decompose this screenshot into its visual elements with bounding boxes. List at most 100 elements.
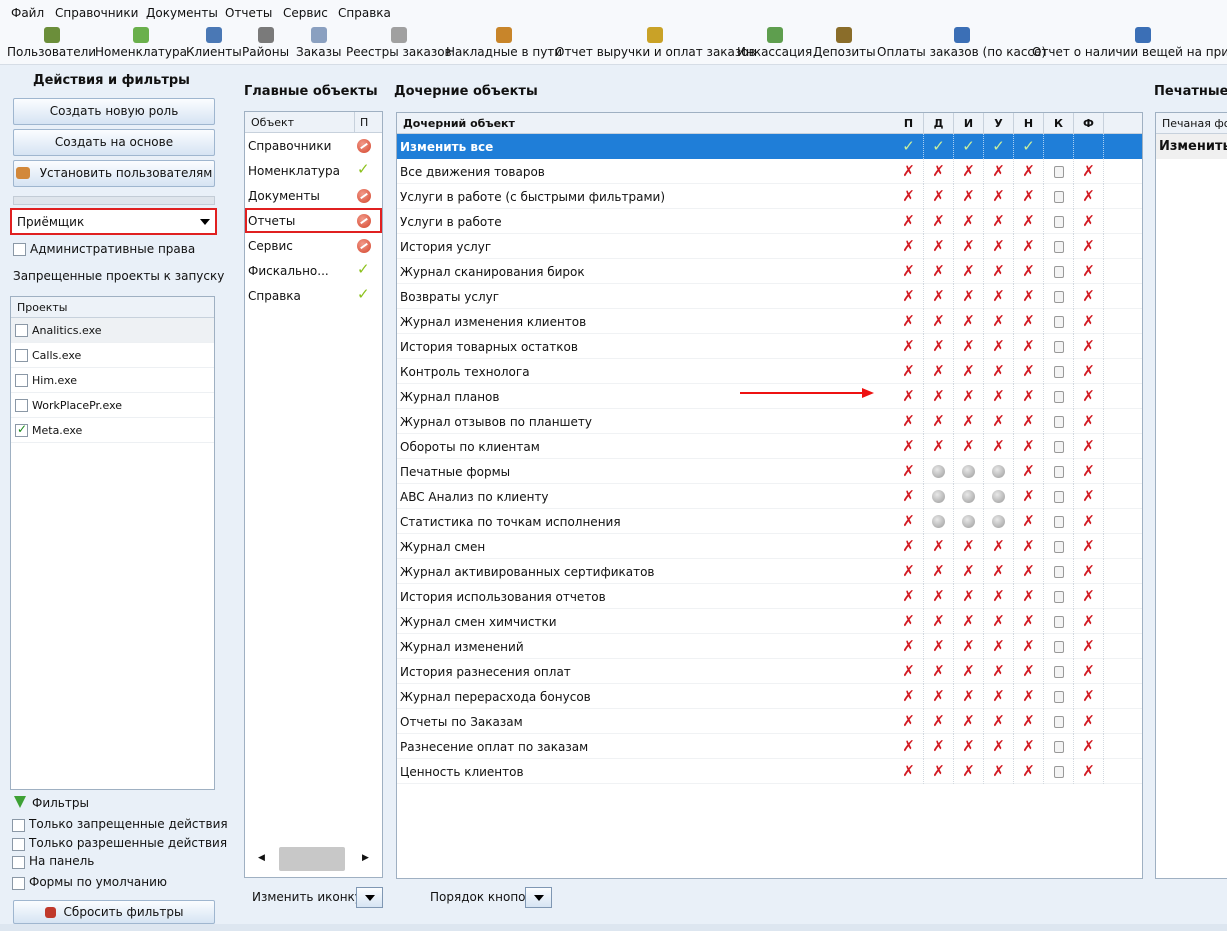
permission-cell[interactable]: ✗ bbox=[894, 734, 924, 759]
permission-cell[interactable]: ✗ bbox=[1074, 259, 1104, 284]
toolbar-button[interactable]: Депозиты bbox=[813, 27, 876, 63]
set-users-button[interactable]: Установить пользователям bbox=[13, 160, 215, 187]
permission-cell[interactable]: ✗ bbox=[894, 209, 924, 234]
check-icon[interactable]: ✓ bbox=[357, 260, 370, 278]
permission-cell[interactable]: ✗ bbox=[894, 559, 924, 584]
permission-cell[interactable]: ✗ bbox=[1074, 209, 1104, 234]
permission-cell[interactable] bbox=[1044, 484, 1074, 509]
project-row[interactable]: Analitics.exe bbox=[11, 318, 214, 343]
permission-cell[interactable]: ✗ bbox=[984, 409, 1014, 434]
check-icon[interactable]: ✓ bbox=[357, 285, 370, 303]
permission-cell[interactable]: ✗ bbox=[1074, 709, 1104, 734]
permission-cell[interactable]: ✗ bbox=[954, 434, 984, 459]
project-row[interactable]: Calls.exe bbox=[11, 343, 214, 368]
permission-cell[interactable]: ✗ bbox=[954, 534, 984, 559]
permission-cell[interactable] bbox=[1044, 159, 1074, 184]
permission-cell[interactable]: ✗ bbox=[924, 434, 954, 459]
horizontal-scrollbar[interactable]: ◀ ▶ bbox=[245, 847, 382, 872]
permission-cell[interactable] bbox=[1044, 359, 1074, 384]
menu-item[interactable]: Справочники bbox=[55, 6, 138, 20]
permission-cell[interactable]: ✗ bbox=[1074, 534, 1104, 559]
permission-cell[interactable] bbox=[1044, 409, 1074, 434]
permission-cell[interactable]: ✗ bbox=[894, 759, 924, 784]
change-icon-dropdown[interactable] bbox=[356, 887, 383, 908]
permission-cell[interactable]: ✗ bbox=[1014, 209, 1044, 234]
denied-icon[interactable] bbox=[357, 138, 371, 153]
permission-cell[interactable]: ✗ bbox=[984, 659, 1014, 684]
permission-cell[interactable]: ✗ bbox=[1014, 434, 1044, 459]
permission-cell[interactable]: ✗ bbox=[954, 584, 984, 609]
permission-cell[interactable] bbox=[1044, 209, 1074, 234]
permission-cell[interactable]: ✗ bbox=[1014, 734, 1044, 759]
toolbar-button[interactable]: Реестры заказов bbox=[346, 27, 452, 63]
permission-cell[interactable]: ✗ bbox=[1074, 334, 1104, 359]
print-change-all-row[interactable]: Изменить в bbox=[1156, 134, 1227, 159]
permission-cell[interactable] bbox=[1044, 659, 1074, 684]
permission-cell[interactable] bbox=[984, 459, 1014, 484]
child-object-row[interactable]: Ценность клиентов ✗ ✗ ✗ ✗ ✗ ✗ bbox=[397, 759, 1142, 784]
permission-cell[interactable] bbox=[1044, 134, 1074, 159]
permission-cell[interactable]: ✗ bbox=[1074, 159, 1104, 184]
child-object-row[interactable]: Статистика по точкам исполнения ✗ ✗ ✗ bbox=[397, 509, 1142, 534]
permission-cell[interactable]: ✓ bbox=[924, 134, 954, 159]
permission-cell[interactable]: ✗ bbox=[1014, 709, 1044, 734]
permission-cell[interactable]: ✗ bbox=[894, 434, 924, 459]
child-object-row[interactable]: История товарных остатков ✗ ✗ ✗ ✗ ✗ ✗ bbox=[397, 334, 1142, 359]
permission-cell[interactable]: ✗ bbox=[924, 534, 954, 559]
permission-cell[interactable]: ✗ bbox=[924, 734, 954, 759]
permission-cell[interactable]: ✗ bbox=[894, 534, 924, 559]
filter-checkbox[interactable] bbox=[12, 877, 25, 890]
menu-item[interactable]: Сервис bbox=[283, 6, 328, 20]
denied-icon[interactable] bbox=[357, 213, 371, 228]
toolbar-button[interactable]: Районы bbox=[242, 27, 289, 63]
child-object-row[interactable]: Журнал изменения клиентов ✗ ✗ ✗ ✗ ✗ ✗ bbox=[397, 309, 1142, 334]
permission-cell[interactable]: ✗ bbox=[1014, 259, 1044, 284]
permission-cell[interactable]: ✗ bbox=[954, 734, 984, 759]
permission-cell[interactable]: ✗ bbox=[924, 334, 954, 359]
permission-cell[interactable]: ✗ bbox=[924, 409, 954, 434]
scroll-left-icon[interactable]: ◀ bbox=[258, 853, 265, 863]
child-object-row[interactable]: Все движения товаров ✗ ✗ ✗ ✗ ✗ ✗ bbox=[397, 159, 1142, 184]
permission-cell[interactable]: ✗ bbox=[1014, 459, 1044, 484]
permission-cell[interactable] bbox=[1044, 534, 1074, 559]
child-object-row[interactable]: Журнал активированных сертификатов ✗ ✗ ✗ ✗ ✗ ✗ bbox=[397, 559, 1142, 584]
permission-cell[interactable]: ✗ bbox=[924, 634, 954, 659]
permission-cell[interactable]: ✗ bbox=[1074, 609, 1104, 634]
permission-cell[interactable]: ✓ bbox=[984, 134, 1014, 159]
permission-cell[interactable]: ✗ bbox=[984, 309, 1014, 334]
permission-cell[interactable]: ✗ bbox=[984, 259, 1014, 284]
toolbar-button[interactable]: Инкассация bbox=[737, 27, 812, 63]
permission-cell[interactable]: ✗ bbox=[924, 384, 954, 409]
child-object-row[interactable]: Печатные формы ✗ ✗ ✗ bbox=[397, 459, 1142, 484]
permission-cell[interactable]: ✗ bbox=[924, 709, 954, 734]
permission-cell[interactable]: ✗ bbox=[1014, 684, 1044, 709]
permission-cell[interactable]: ✗ bbox=[1074, 234, 1104, 259]
permission-cell[interactable]: ✗ bbox=[954, 309, 984, 334]
permission-cell[interactable]: ✗ bbox=[924, 284, 954, 309]
permission-cell[interactable]: ✗ bbox=[984, 684, 1014, 709]
permission-cell[interactable]: ✗ bbox=[984, 559, 1014, 584]
child-object-row[interactable]: Разнесение оплат по заказам ✗ ✗ ✗ ✗ ✗ ✗ bbox=[397, 734, 1142, 759]
permission-cell[interactable]: ✗ bbox=[1014, 759, 1044, 784]
permission-cell[interactable]: ✗ bbox=[894, 459, 924, 484]
permission-cell[interactable] bbox=[1044, 709, 1074, 734]
permission-cell[interactable] bbox=[1044, 384, 1074, 409]
toolbar-button[interactable]: Заказы bbox=[296, 27, 342, 63]
permission-cell[interactable]: ✗ bbox=[1014, 234, 1044, 259]
permission-cell[interactable]: ✗ bbox=[1074, 484, 1104, 509]
permission-cell[interactable]: ✗ bbox=[924, 584, 954, 609]
create-role-button[interactable]: Создать новую роль bbox=[13, 98, 215, 125]
permission-cell[interactable]: ✗ bbox=[894, 184, 924, 209]
permission-cell[interactable]: ✗ bbox=[1014, 409, 1044, 434]
permission-cell[interactable] bbox=[1044, 434, 1074, 459]
permission-cell[interactable] bbox=[1044, 284, 1074, 309]
permission-cell[interactable] bbox=[1044, 734, 1074, 759]
scroll-right-icon[interactable]: ▶ bbox=[362, 853, 369, 863]
permission-cell[interactable]: ✗ bbox=[954, 684, 984, 709]
permission-cell[interactable]: ✗ bbox=[894, 484, 924, 509]
scroll-thumb[interactable] bbox=[279, 847, 345, 871]
menu-item[interactable]: Документы bbox=[146, 6, 218, 20]
child-object-row[interactable]: Журнал смен химчистки ✗ ✗ ✗ ✗ ✗ ✗ bbox=[397, 609, 1142, 634]
child-object-row[interactable]: Отчеты по Заказам ✗ ✗ ✗ ✗ ✗ ✗ bbox=[397, 709, 1142, 734]
permission-cell[interactable]: ✗ bbox=[924, 759, 954, 784]
